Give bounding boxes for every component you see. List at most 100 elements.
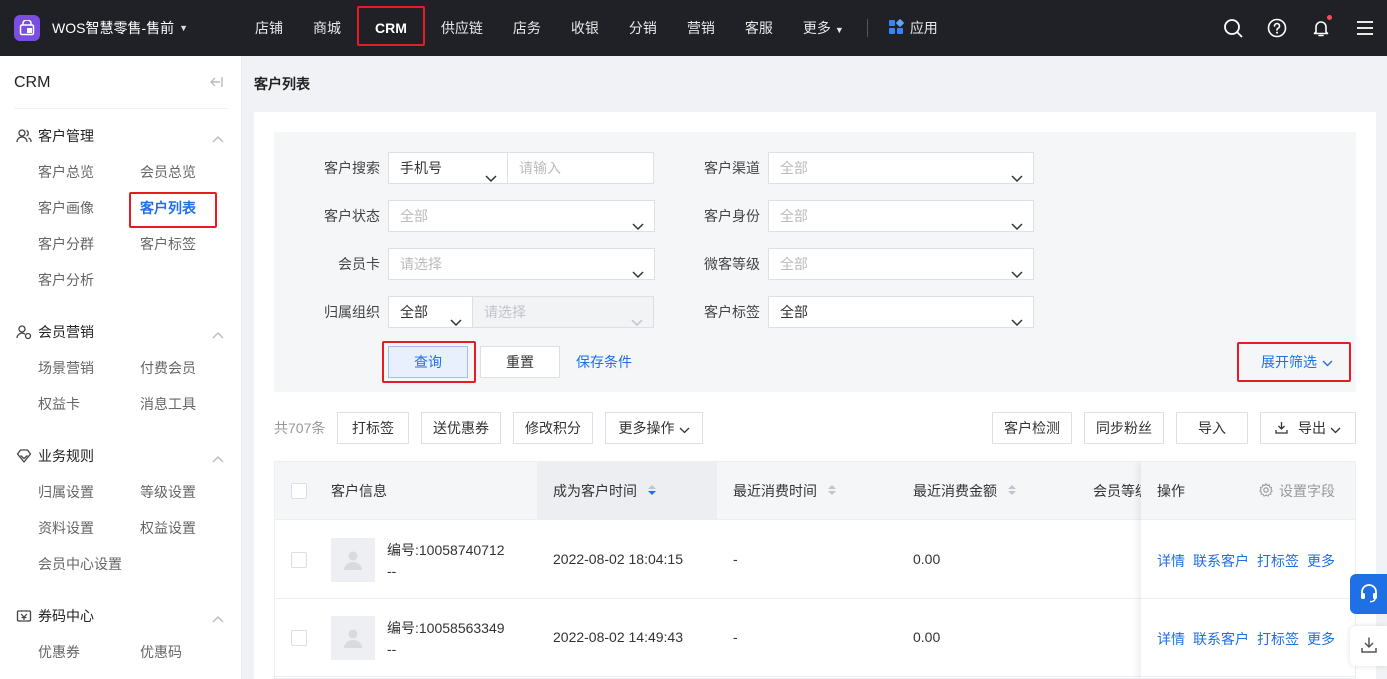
sidebar-item-benefit-card[interactable]: 权益卡 [38,386,140,422]
tag-link[interactable]: 打标签 [1257,629,1299,649]
sidebar-item-customer-overview[interactable]: 客户总览 [38,154,140,190]
sidebar-item-customer-portrait[interactable]: 客户画像 [38,190,140,226]
main-nav: 店铺 商城 CRM 供应链 店务 收银 分销 营销 客服 更多 ▼ 应用 [240,0,950,56]
set-fields-button[interactable]: 设置字段 [1259,462,1335,520]
sidebar-item-profile-settings[interactable]: 资料设置 [38,510,140,546]
chevron-down-icon [485,163,497,193]
row-checkbox[interactable] [291,552,307,568]
nav-item-supply-chain[interactable]: 供应链 [426,0,498,56]
sidebar-item-coupon-codes[interactable]: 优惠码 [140,634,242,670]
more-link[interactable]: 更多 [1307,629,1335,649]
help-icon[interactable] [1255,0,1299,56]
col-last-consume-time[interactable]: 最近消费时间 [733,462,837,520]
sidebar-group-head-member-marketing[interactable]: 会员营销 [0,314,242,350]
customer-service-button[interactable] [1350,574,1387,614]
sidebar-item-member-center-settings[interactable]: 会员中心设置 [38,546,140,582]
nav-item-more[interactable]: 更多 ▼ [788,0,859,56]
more-actions-button[interactable]: 更多操作 [605,412,703,444]
sidebar-group-head-coupon-center[interactable]: 券码中心 [0,598,242,634]
sidebar-item-paid-member[interactable]: 付费会员 [140,350,242,386]
tag-button[interactable]: 打标签 [337,412,409,444]
select-all-checkbox[interactable] [291,483,307,499]
save-conditions-link[interactable]: 保存条件 [576,346,632,378]
sort-desc-icon [647,463,657,521]
sidebar-group-head-business-rules[interactable]: 业务规则 [0,438,242,474]
operation-column-header: 操作 设置字段 [1141,462,1355,520]
nav-apps[interactable]: 应用 [876,0,950,56]
send-coupon-button[interactable]: 送优惠券 [421,412,501,444]
contact-customer-link[interactable]: 联系客户 [1193,629,1249,649]
sidebar-title: CRM [14,74,51,91]
wk-level-value: 全部 [780,256,808,272]
tag-select[interactable]: 全部 [768,296,1034,328]
sidebar-item-customer-analysis[interactable]: 客户分析 [38,262,140,298]
nav-item-marketing[interactable]: 营销 [672,0,730,56]
tag-link[interactable]: 打标签 [1257,551,1299,571]
store-logo-icon [14,15,40,41]
nav-item-crm[interactable]: CRM [357,0,425,56]
notification-dot [1327,15,1332,20]
channel-select[interactable]: 全部 [768,152,1034,184]
org-select[interactable]: 全部 [388,296,473,328]
nav-item-distribution[interactable]: 分销 [614,0,672,56]
nav-item-store-ops[interactable]: 店务 [498,0,556,56]
nav-item-cashier[interactable]: 收银 [556,0,614,56]
sidebar-item-coupons[interactable]: 优惠券 [38,634,140,670]
brand-switcher[interactable]: WOS智慧零售-售前 ▼ [14,14,188,42]
filter-label-member-card: 会员卡 [338,256,380,272]
col-last-consume-amount[interactable]: 最近消费金额 [913,462,1017,520]
sidebar-item-benefit-settings[interactable]: 权益设置 [140,510,242,546]
sidebar-item-customer-tags[interactable]: 客户标签 [140,226,242,262]
avatar [331,538,375,582]
identity-select[interactable]: 全部 [768,200,1034,232]
search-input[interactable]: 请输入 [507,152,654,184]
sidebar-item-member-overview[interactable]: 会员总览 [140,154,242,190]
sidebar-item-customer-segments[interactable]: 客户分群 [38,226,140,262]
detail-link[interactable]: 详情 [1157,629,1185,649]
sync-fans-button[interactable]: 同步粉丝 [1084,412,1164,444]
sidebar-item-level-settings[interactable]: 等级设置 [140,474,242,510]
download-center-button[interactable] [1350,626,1387,666]
wk-level-select[interactable]: 全部 [768,248,1034,280]
customer-detect-button[interactable]: 客户检测 [992,412,1072,444]
sidebar-item-ownership-settings[interactable]: 归属设置 [38,474,140,510]
detail-link[interactable]: 详情 [1157,551,1185,571]
sidebar-group-label: 会员营销 [38,324,94,340]
member-card-select[interactable]: 请选择 [388,248,655,280]
chevron-up-icon [212,326,224,342]
query-button[interactable]: 查询 [388,346,468,378]
nav-item-store[interactable]: 店铺 [240,0,298,56]
headset-icon [1359,583,1379,606]
created-time: 2022-08-02 14:49:43 [553,629,683,645]
sidebar-group-head-customer[interactable]: 客户管理 [0,118,242,154]
caret-down-icon: ▼ [179,23,189,33]
expand-filter-link[interactable]: 展开筛选 [1261,346,1333,378]
last-consume-amount: 0.00 [913,551,941,567]
nav-item-mall[interactable]: 商城 [298,0,356,56]
sidebar-item-customer-list[interactable]: 客户列表 [129,190,242,228]
menu-icon[interactable] [1343,0,1387,56]
modify-points-button[interactable]: 修改积分 [513,412,593,444]
sidebar-item-scene-marketing[interactable]: 场景营销 [38,350,140,386]
sidebar-item-message-tools[interactable]: 消息工具 [140,386,242,422]
reset-button[interactable]: 重置 [480,346,560,378]
col-created-time[interactable]: 成为客户时间 [553,462,657,520]
last-consume-time: - [733,629,738,645]
export-button[interactable]: 导出 [1260,412,1356,444]
nav-item-service[interactable]: 客服 [730,0,788,56]
apps-grid-icon [888,18,904,38]
chevron-down-icon [631,307,643,337]
bell-icon[interactable] [1299,0,1343,56]
more-link[interactable]: 更多 [1307,551,1335,571]
sidebar-group-customer: 客户管理 客户总览 会员总览 客户画像 客户列表 客户分群 客户标签 客户分析 [0,118,242,298]
gear-icon [1259,463,1273,521]
customer-status-select[interactable]: 全部 [388,200,655,232]
search-type-select[interactable]: 手机号 [388,152,508,184]
row-checkbox[interactable] [291,630,307,646]
search-icon[interactable] [1211,0,1255,56]
contact-customer-link[interactable]: 联系客户 [1193,551,1249,571]
import-button[interactable]: 导入 [1176,412,1248,444]
customer-name: -- [387,641,397,657]
collapse-sidebar-icon[interactable] [209,76,223,91]
chevron-down-icon [1330,414,1341,444]
